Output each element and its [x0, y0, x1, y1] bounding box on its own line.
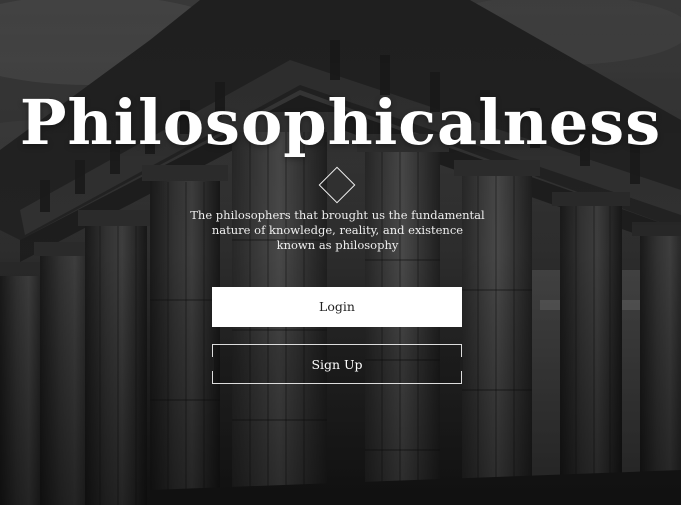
tagline: The philosophers that brought us the fun…: [175, 208, 500, 253]
signup-button[interactable]: Sign Up: [211, 344, 463, 384]
tagline-line: The philosophers that brought us the fun…: [190, 208, 485, 222]
border-gap-right: [460, 357, 463, 371]
tagline-line: nature of knowledge, reality, and existe…: [211, 223, 464, 237]
tagline-line: known as philosophy: [276, 238, 399, 252]
border-gap-left: [211, 357, 214, 371]
signup-button-label: Sign Up: [311, 357, 363, 372]
landing-screen: Philosophicalness The philosophers that …: [0, 0, 681, 505]
site-title: Philosophicalness: [19, 86, 662, 159]
login-button[interactable]: Login: [212, 287, 462, 327]
